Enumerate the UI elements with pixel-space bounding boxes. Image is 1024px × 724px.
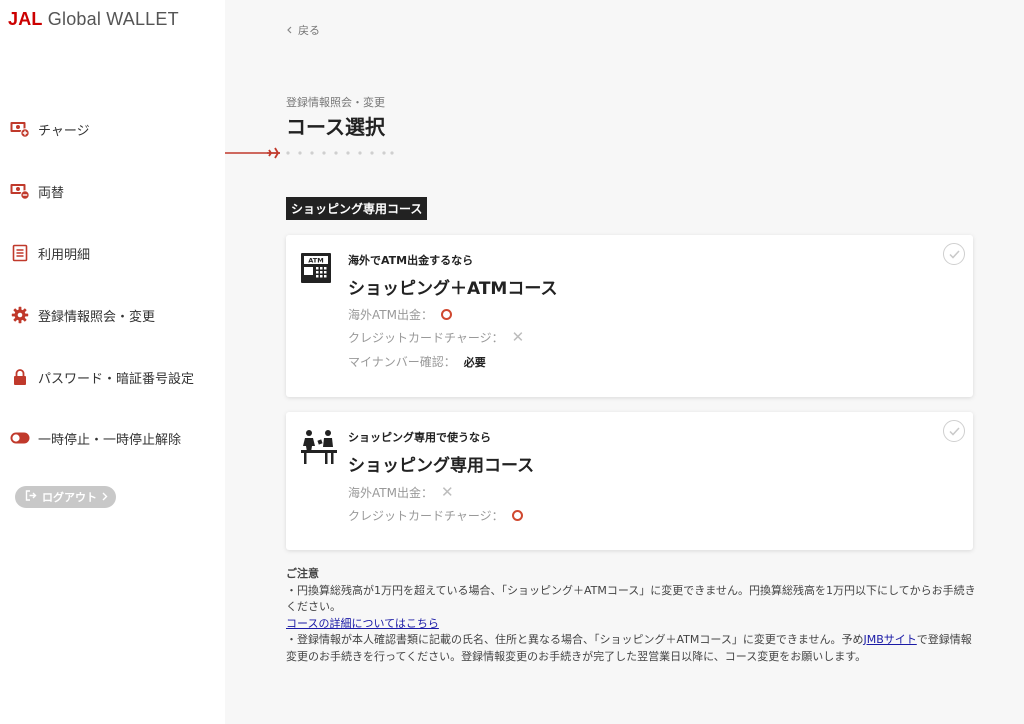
list-icon (10, 243, 30, 263)
available-circle-icon (511, 510, 523, 521)
notes-title: ご注意 (286, 567, 319, 580)
money-plus-icon (10, 119, 30, 139)
chevron-right-icon (102, 491, 108, 504)
gear-icon (10, 305, 30, 325)
sidebar-item-password[interactable]: パスワード・暗証番号設定 (10, 365, 194, 389)
sidebar-item-label: 一時停止・一時停止解除 (38, 432, 182, 448)
jmb-site-link[interactable]: JMBサイト (864, 633, 917, 646)
progress-indicator (225, 147, 394, 159)
money-exchange-icon (10, 181, 30, 201)
shopping-counter-icon (300, 428, 337, 464)
feature-atm-withdrawal: 海外ATM出金： ✕ (348, 483, 454, 501)
note-line: ・円換算総残高が1万円を超えている場合、「ショッピング＋ATMコース」に変更でき… (286, 583, 976, 614)
unavailable-x-icon: ✕ (511, 328, 525, 346)
svg-text:ATM: ATM (308, 257, 323, 265)
sidebar-item-statement[interactable]: 利用明細 (10, 241, 90, 265)
course-card-shopping-atm[interactable]: ATM 海外でATM出金するなら ショッピング＋ATMコース 海外ATM出金： … (286, 235, 973, 397)
sidebar-item-label: パスワード・暗証番号設定 (38, 371, 195, 387)
course-name: ショッピング＋ATMコース (348, 279, 558, 299)
sidebar-item-label: 登録情報照会・変更 (38, 309, 156, 325)
atm-icon: ATM (300, 251, 334, 287)
sidebar-item-exchange[interactable]: 両替 (10, 179, 64, 203)
chevron-left-icon (287, 24, 292, 37)
toggle-icon (10, 428, 30, 448)
lock-icon (10, 367, 30, 387)
sidebar-item-registration[interactable]: 登録情報照会・変更 (10, 303, 155, 327)
unavailable-x-icon: ✕ (440, 483, 454, 501)
logout-button[interactable]: ログアウト (15, 486, 116, 508)
section-tag: ショッピング専用コース (286, 197, 428, 220)
back-link[interactable]: 戻る (287, 22, 320, 38)
back-label: 戻る (298, 24, 320, 37)
app-logo[interactable]: JAL Global WALLET (8, 9, 179, 30)
feature-credit-charge: クレジットカードチャージ： ✕ (348, 328, 525, 346)
sidebar-item-label: チャージ (38, 123, 90, 139)
course-name: ショッピング専用コース (348, 456, 535, 476)
required-label: 必要 (463, 355, 486, 369)
logout-icon (25, 490, 37, 504)
page-title: コース選択 (286, 115, 385, 139)
course-card-shopping-only[interactable]: ショッピング専用で使うなら ショッピング専用コース 海外ATM出金： ✕ クレジ… (286, 412, 973, 550)
sidebar-item-charge[interactable]: チャージ (10, 117, 90, 141)
sidebar: JAL Global WALLET チャージ 両替 利用明細 登録情報照会・変更… (0, 0, 225, 724)
course-subtitle: 海外でATM出金するなら (348, 254, 474, 267)
course-details-link[interactable]: コースの詳細についてはこちら (286, 617, 439, 630)
feature-atm-withdrawal: 海外ATM出金： (348, 306, 452, 323)
feature-credit-charge: クレジットカードチャージ： (348, 507, 523, 524)
sidebar-item-suspend[interactable]: 一時停止・一時停止解除 (10, 426, 181, 450)
check-circle-icon[interactable] (943, 420, 965, 442)
sidebar-item-label: 両替 (38, 185, 65, 201)
breadcrumb: 登録情報照会・変更 (286, 96, 385, 109)
feature-mynumber: マイナンバー確認： 必要 (348, 355, 486, 369)
sidebar-item-label: 利用明細 (38, 247, 91, 263)
notes-section: ご注意 ・円換算総残高が1万円を超えている場合、「ショッピング＋ATMコース」に… (286, 566, 976, 665)
note-line: ・登録情報が本人確認書類に記載の氏名、住所と異なる場合、「ショッピング＋ATMコ… (286, 633, 972, 663)
course-subtitle: ショッピング専用で使うなら (348, 431, 491, 444)
check-circle-icon[interactable] (943, 243, 965, 265)
available-circle-icon (440, 309, 452, 320)
logout-label: ログアウト (42, 491, 97, 504)
airplane-icon (267, 147, 280, 159)
